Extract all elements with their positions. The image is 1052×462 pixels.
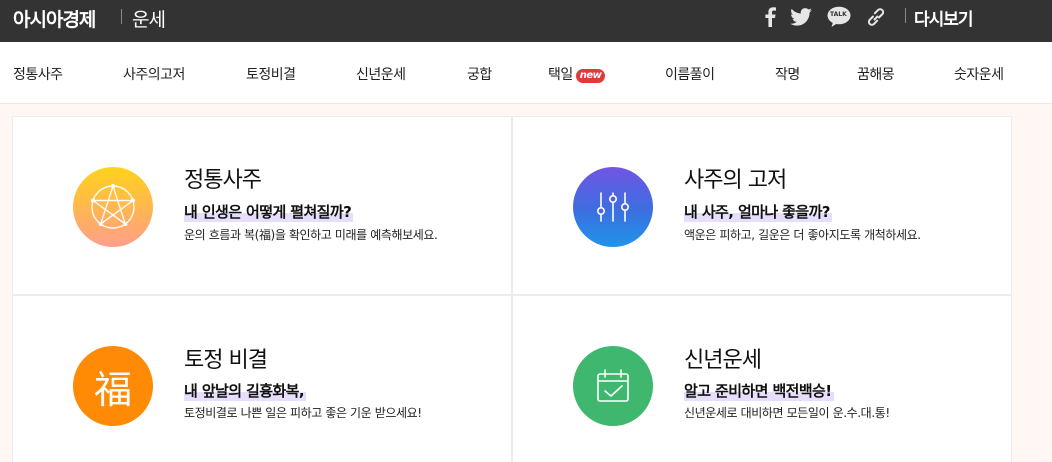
section-title[interactable]: 운세 xyxy=(132,5,166,32)
top-header: 아시아경제 운세 TALK 다시보기 xyxy=(0,0,1052,42)
card-title: 신년운세 xyxy=(684,348,762,373)
nav-item-saju[interactable]: 정통사주 xyxy=(13,64,63,84)
service-card-grid: 정통사주 내 인생은 어떻게 펼쳐질까? 운의 흐름과 복(福)을 확인하고 미… xyxy=(12,116,1012,462)
main-nav: 정통사주 사주의고저 토정비결 신년운세 궁합 택일 new 이름풀이 작명 꿈해… xyxy=(0,42,1052,104)
card-subtitle: 내 인생은 어떻게 펼쳐질까? xyxy=(184,201,354,222)
link-icon xyxy=(867,8,885,26)
fortune-character-icon: 福 xyxy=(93,367,132,412)
pentagram-icon xyxy=(90,183,136,229)
card-title: 정통사주 xyxy=(184,168,262,193)
replay-link[interactable]: 다시보기 xyxy=(914,5,974,30)
brand-logo[interactable]: 아시아경제 xyxy=(13,5,96,32)
nav-item-tojeong[interactable]: 토정비결 xyxy=(246,64,296,84)
card-subtitle: 내 사주, 얼마나 좋을까? xyxy=(684,201,832,222)
card-subtitle: 내 앞날의 길흉화복, xyxy=(184,380,306,401)
facebook-icon xyxy=(765,7,776,27)
saju-icon-badge xyxy=(73,167,153,247)
card-subtitle: 알고 준비하면 백전백승! xyxy=(684,380,834,401)
tojeong-icon-badge: 福 xyxy=(73,346,153,426)
nav-item-date-selection[interactable]: 택일 new xyxy=(548,64,606,84)
kakaotalk-label: TALK xyxy=(830,11,847,18)
nav-item-name-reading[interactable]: 이름풀이 xyxy=(665,64,715,84)
card-tojeong[interactable]: 福 토정 비결 내 앞날의 길흉화복, 토정비결로 나쁜 일은 피하고 좋은 기… xyxy=(13,296,511,462)
card-saju[interactable]: 정통사주 내 인생은 어떻게 펼쳐질까? 운의 흐름과 복(福)을 확인하고 미… xyxy=(13,117,511,294)
kakaotalk-share-button[interactable]: TALK xyxy=(826,5,852,29)
nav-item-label: 택일 xyxy=(548,67,573,83)
card-description: 토정비결로 나쁜 일은 피하고 좋은 기운 받으세요! xyxy=(184,406,422,420)
card-description: 운의 흐름과 복(福)을 확인하고 미래를 예측해보세요. xyxy=(184,228,438,242)
new-badge: new xyxy=(575,69,606,83)
card-title: 토정 비결 xyxy=(184,348,268,373)
nav-item-new-year[interactable]: 신년운세 xyxy=(356,64,406,84)
new-year-icon-badge xyxy=(573,346,653,426)
nav-item-dream[interactable]: 꿈해몽 xyxy=(857,64,895,84)
card-description: 신년운세로 대비하면 모든일이 운.수.대.통! xyxy=(684,406,890,420)
sliders-icon xyxy=(597,192,629,222)
card-title: 사주의 고저 xyxy=(684,168,787,193)
saju-level-icon-badge xyxy=(573,167,653,247)
facebook-share-button[interactable] xyxy=(757,5,783,29)
nav-item-number-fortune[interactable]: 숫자운세 xyxy=(954,64,1004,84)
calendar-check-icon xyxy=(597,369,629,402)
nav-item-compatibility[interactable]: 궁합 xyxy=(467,64,492,84)
header-divider xyxy=(905,8,906,23)
card-description: 액운은 피하고, 길운은 더 좋아지도록 개척하세요. xyxy=(684,228,921,242)
nav-item-saju-level[interactable]: 사주의고저 xyxy=(123,64,185,84)
card-new-year[interactable]: 신년운세 알고 준비하면 백전백승! 신년운세로 대비하면 모든일이 운.수.대… xyxy=(513,296,1011,462)
twitter-share-button[interactable] xyxy=(788,5,814,29)
copy-link-button[interactable] xyxy=(863,5,889,29)
twitter-icon xyxy=(790,8,812,26)
card-saju-level[interactable]: 사주의 고저 내 사주, 얼마나 좋을까? 액운은 피하고, 길운은 더 좋아지… xyxy=(513,117,1011,294)
brand-divider xyxy=(121,9,122,24)
nav-item-naming[interactable]: 작명 xyxy=(775,64,800,84)
